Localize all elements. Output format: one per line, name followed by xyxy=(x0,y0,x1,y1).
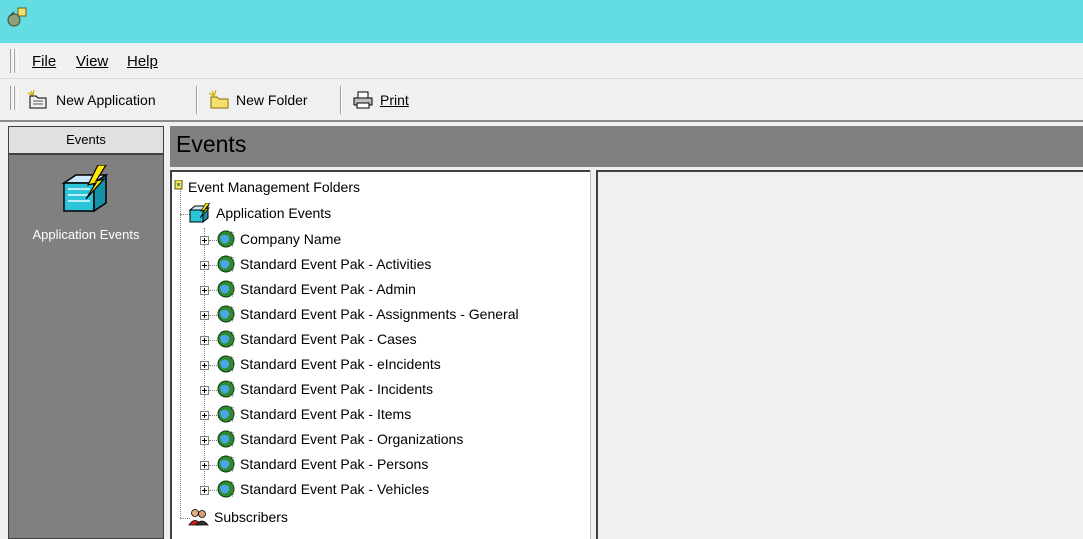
tree-node-label: Standard Event Pak - Cases xyxy=(240,331,417,347)
tree-node-event-folder[interactable]: Standard Event Pak - Cases xyxy=(216,328,417,350)
outlook-bar: Events Application Events xyxy=(8,126,164,539)
tree-node-label: Standard Event Pak - Assignments - Gener… xyxy=(240,306,519,322)
expand-toggle[interactable] xyxy=(200,261,209,270)
globe-icon xyxy=(216,404,236,424)
globe-icon xyxy=(216,229,236,249)
expand-toggle[interactable] xyxy=(200,386,209,395)
tree-node-label: Standard Event Pak - Incidents xyxy=(240,381,433,397)
toolbar-grip xyxy=(14,86,18,110)
tree-node-event-folder[interactable]: Standard Event Pak - Incidents xyxy=(216,378,433,400)
globe-icon xyxy=(216,479,236,499)
tree-node-label: Company Name xyxy=(240,231,342,247)
tree-node-root[interactable]: Event Management Folders xyxy=(174,176,360,198)
expand-toggle[interactable] xyxy=(200,461,209,470)
globe-icon xyxy=(216,304,236,324)
new-folder-label: New Folder xyxy=(236,92,308,108)
new-application-icon xyxy=(28,90,47,109)
tree-node-event-folder[interactable]: Standard Event Pak - Assignments - Gener… xyxy=(216,303,519,325)
tree-node-label: Standard Event Pak - Items xyxy=(240,406,412,422)
print-button[interactable]: Print xyxy=(352,89,409,111)
expand-toggle[interactable] xyxy=(200,311,209,320)
application-events-shortcut[interactable]: Application Events xyxy=(9,165,163,245)
tree-node-event-folder[interactable]: Standard Event Pak - Vehicles xyxy=(216,478,429,500)
tree-node-event-folder[interactable]: Standard Event Pak - Organizations xyxy=(216,428,463,450)
outlook-bar-header[interactable]: Events xyxy=(9,127,163,155)
tree-node-event-folder[interactable]: Standard Event Pak - eIncidents xyxy=(216,353,441,375)
new-application-button[interactable]: New Application xyxy=(28,89,156,111)
tree-node-label: Event Management Folders xyxy=(188,179,360,195)
main-header: Events xyxy=(170,126,1083,167)
tree-node-application-events[interactable]: Application Events xyxy=(188,202,331,224)
new-folder-button[interactable]: New Folder xyxy=(208,89,308,111)
folder-icon xyxy=(174,180,183,190)
users-icon xyxy=(188,509,209,526)
menu-bar: File View Help xyxy=(0,43,1083,79)
tree-line xyxy=(180,188,181,518)
expand-toggle[interactable] xyxy=(200,486,209,495)
tree-node-label: Application Events xyxy=(216,205,332,221)
tree-node-event-folder[interactable]: Standard Event Pak - Activities xyxy=(216,253,431,275)
new-application-label: New Application xyxy=(56,92,156,108)
globe-icon xyxy=(216,429,236,449)
globe-icon xyxy=(216,379,236,399)
detail-panel xyxy=(598,170,1083,539)
tree-node-event-folder[interactable]: Standard Event Pak - Items xyxy=(216,403,411,425)
printer-icon xyxy=(353,91,373,109)
application-events-shortcut-label: Application Events xyxy=(32,227,140,242)
globe-icon xyxy=(216,279,236,299)
tree-node-event-folder[interactable]: Standard Event Pak - Admin xyxy=(216,278,416,300)
page-title: Events xyxy=(176,131,247,157)
toolbar-separator xyxy=(196,86,198,114)
expand-toggle[interactable] xyxy=(200,286,209,295)
tree-node-label: Subscribers xyxy=(214,509,288,525)
application-events-icon xyxy=(61,165,109,213)
tree-node-event-folder[interactable]: Standard Event Pak - Persons xyxy=(216,453,428,475)
tree-node-label: Standard Event Pak - Vehicles xyxy=(240,481,430,497)
app-icon[interactable] xyxy=(6,6,28,28)
tree-node-label: Standard Event Pak - Organizations xyxy=(240,431,464,447)
panel-splitter[interactable] xyxy=(590,170,598,539)
menu-file[interactable]: File xyxy=(32,53,56,70)
expand-toggle[interactable] xyxy=(200,411,209,420)
globe-icon xyxy=(216,254,236,274)
expand-toggle[interactable] xyxy=(200,361,209,370)
tree-node-label: Standard Event Pak - Admin xyxy=(240,281,416,297)
tree-node-label: Standard Event Pak - eIncidents xyxy=(240,356,441,372)
expand-toggle[interactable] xyxy=(200,336,209,345)
application-events-icon xyxy=(188,203,211,223)
globe-icon xyxy=(216,454,236,474)
toolbar-separator xyxy=(340,86,342,114)
toolbar: New Application New Folder Print xyxy=(0,80,1083,122)
menu-view[interactable]: View xyxy=(76,53,108,70)
menu-help[interactable]: Help xyxy=(127,53,158,70)
tree-node-label: Standard Event Pak - Activities xyxy=(240,256,432,272)
print-label: Print xyxy=(380,92,409,108)
tree-panel[interactable]: Event Management Folders Application Eve… xyxy=(170,170,590,539)
expand-toggle[interactable] xyxy=(200,236,209,245)
tree-node-event-folder[interactable]: Company Name xyxy=(216,228,341,250)
title-bar xyxy=(0,0,1083,43)
tree-node-subscribers[interactable]: Subscribers xyxy=(188,506,288,528)
expand-toggle[interactable] xyxy=(200,436,209,445)
menu-grip xyxy=(14,49,18,73)
globe-icon xyxy=(216,354,236,374)
tree-node-label: Standard Event Pak - Persons xyxy=(240,456,429,472)
globe-icon xyxy=(216,329,236,349)
new-folder-icon xyxy=(208,90,229,109)
